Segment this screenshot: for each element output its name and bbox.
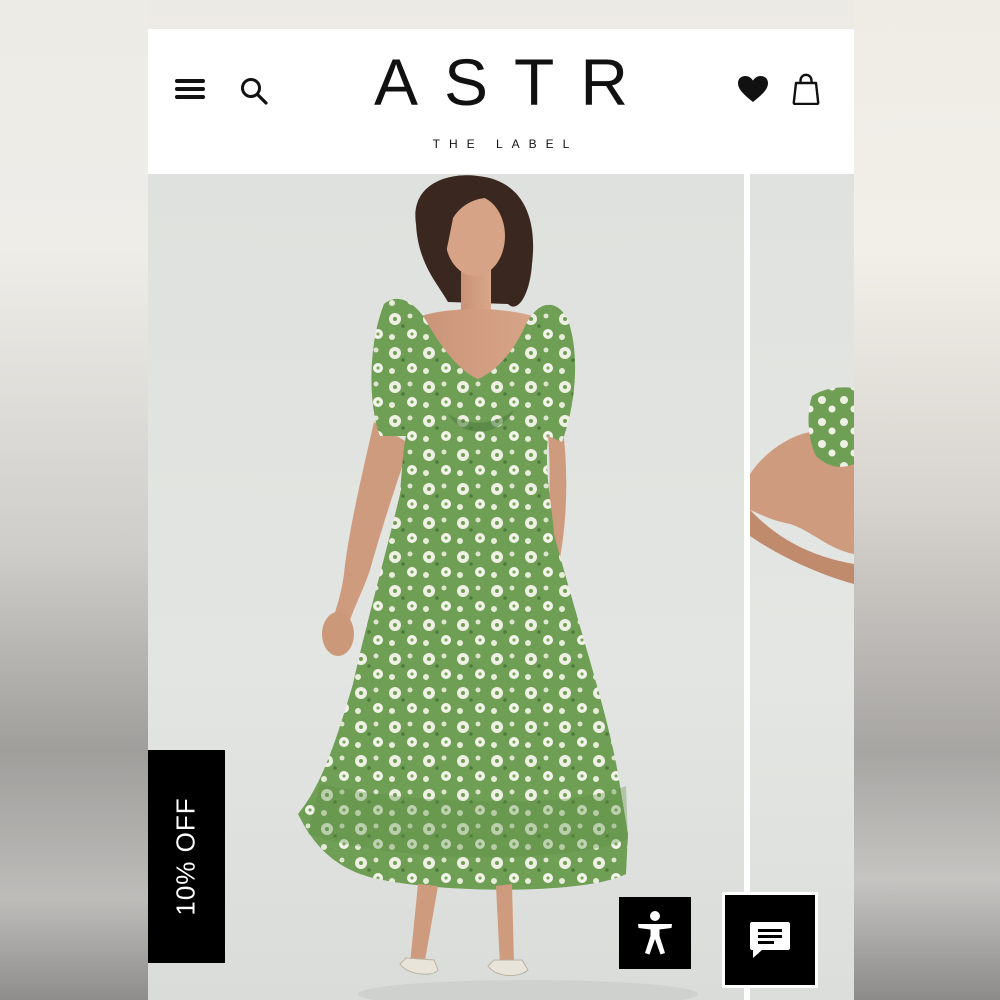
partial-arm-puff-sleeve-illustration (750, 387, 854, 584)
background-blur-left (0, 0, 148, 1000)
background-blur-right (854, 0, 1000, 1000)
site-header: ASTR THE LABEL (148, 29, 854, 174)
heart-icon (738, 76, 768, 102)
shopping-bag-icon (792, 73, 820, 105)
product-image-next[interactable] (750, 174, 854, 1000)
promo-label: 10% OFF (171, 797, 201, 916)
brand-tagline: THE LABEL (432, 137, 579, 151)
chat-bubble-icon (750, 922, 790, 958)
discount-promo-tab[interactable]: 10% OFF (148, 750, 225, 963)
mobile-viewport: ASTR THE LABEL 10% OFF (148, 29, 854, 1000)
accessibility-button[interactable] (619, 897, 691, 969)
accessibility-person-icon (638, 911, 672, 955)
product-image-main[interactable] (148, 174, 744, 1000)
cart-button[interactable] (786, 69, 826, 109)
wishlist-button[interactable] (733, 71, 773, 107)
model-in-floral-dress-illustration (298, 175, 698, 1000)
chat-button[interactable] (722, 892, 818, 988)
product-image-gallery[interactable]: 10% OFF (148, 174, 854, 1000)
